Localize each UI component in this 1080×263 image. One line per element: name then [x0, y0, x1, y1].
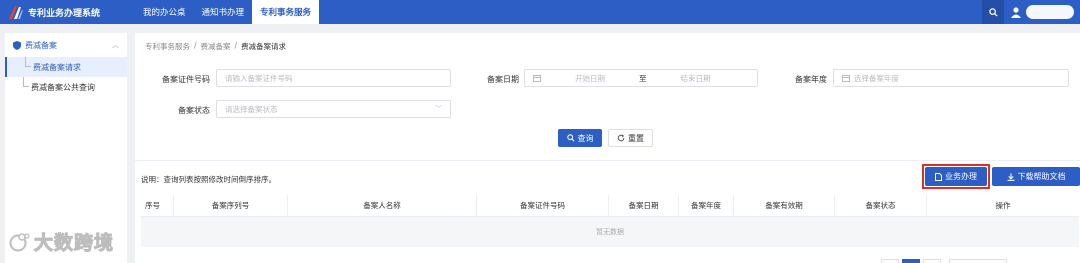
- search-icon: [566, 134, 575, 142]
- date-separator: 至: [639, 73, 647, 83]
- nav-item-patent-service[interactable]: 专利事务服务: [252, 0, 320, 24]
- user-menu[interactable]: [1004, 5, 1080, 19]
- breadcrumb: 专利事务服务 / 费减备案 / 费减备案请求: [145, 41, 286, 52]
- column-header[interactable]: 备案人名称: [288, 195, 477, 216]
- table-header: 序号 备案序列号 备案人名称 备案证件号码 备案日期 备案年度 备案有效期 备案…: [141, 195, 1079, 217]
- calendar-icon: [533, 75, 541, 82]
- breadcrumb-current: 费减备案请求: [241, 42, 287, 51]
- tree-line: [23, 77, 29, 87]
- handle-business-label: 业务办理: [945, 172, 977, 181]
- watermark-logo-icon: [9, 232, 30, 251]
- chevron-up-icon: ︿: [112, 41, 119, 49]
- pager-next-button[interactable]: [923, 259, 941, 263]
- download-help-button[interactable]: 下载帮助文档: [992, 167, 1080, 186]
- user-icon: [1011, 7, 1021, 18]
- main-panel: 专利事务服务 / 费减备案 / 费减备案请求 备案证件号码 请输入备案证件号码 …: [135, 33, 1080, 263]
- column-header[interactable]: 备案日期: [609, 195, 679, 216]
- shield-icon: [13, 40, 21, 50]
- user-name-masked: [1026, 5, 1074, 19]
- calendar-icon: [842, 75, 850, 82]
- date-label: 备案日期: [487, 75, 519, 84]
- refresh-icon: [617, 134, 625, 142]
- list-note: 说明：查询列表按照修改时间倒序排序。: [141, 175, 276, 184]
- date-range-picker[interactable]: 开始日期 至 结束日期: [524, 69, 758, 87]
- cert-no-input[interactable]: 请输入备案证件号码: [216, 69, 451, 87]
- sidebar-item-label: 费减备案公共查询: [31, 82, 95, 92]
- sidebar-item-public-query[interactable]: 费减备案公共查询: [5, 77, 127, 97]
- breadcrumb-sep: /: [194, 41, 197, 50]
- column-header[interactable]: 备案序列号: [174, 195, 288, 216]
- download-help-label: 下载帮助文档: [1017, 172, 1066, 181]
- cert-no-placeholder: 请输入备案证件号码: [225, 73, 293, 83]
- column-header[interactable]: 备案证件号码: [477, 195, 609, 216]
- handle-business-button[interactable]: 业务办理: [925, 167, 987, 186]
- year-picker[interactable]: 选择备案年度: [833, 69, 1069, 87]
- top-nav: 我的办公桌 通知书办理 专利事务服务: [135, 0, 320, 24]
- chevron-down-icon: ﹀: [435, 105, 442, 113]
- date-end-placeholder[interactable]: 结束日期: [661, 73, 731, 84]
- year-placeholder: 选择备案年度: [854, 73, 899, 83]
- document-icon: [935, 172, 942, 181]
- column-header[interactable]: 备案有效期: [734, 195, 835, 216]
- column-header[interactable]: 备案状态: [835, 195, 927, 216]
- status-label: 备案状态: [178, 106, 210, 115]
- pager-size-select[interactable]: [949, 259, 1007, 263]
- top-right-tools: [982, 0, 1080, 24]
- nav-item-notice[interactable]: 通知书办理: [194, 0, 253, 24]
- watermark-text: 大数跨境: [33, 232, 115, 255]
- tree-line: [25, 57, 31, 67]
- app-logo[interactable]: 专利业务办理系统: [0, 0, 130, 24]
- column-header[interactable]: 操作: [927, 195, 1079, 216]
- query-button[interactable]: 查询: [558, 129, 602, 147]
- cert-no-label: 备案证件号码: [162, 75, 210, 84]
- reset-button-label: 重置: [628, 133, 644, 143]
- search-button[interactable]: [982, 0, 1004, 24]
- year-label: 备案年度: [795, 75, 827, 84]
- breadcrumb-item[interactable]: 专利事务服务: [145, 41, 190, 52]
- status-placeholder: 请选择备案状态: [225, 104, 278, 114]
- breadcrumb-sep: /: [234, 41, 238, 50]
- app-title: 专利业务办理系统: [28, 8, 101, 19]
- reset-button[interactable]: 重置: [608, 129, 653, 147]
- sidebar-group-fee-reduction[interactable]: 费减备案 ︿: [5, 33, 127, 57]
- watermark: 大数跨境: [8, 228, 114, 255]
- column-header[interactable]: 序号: [141, 195, 174, 216]
- table-empty-state: 暂无数据: [141, 217, 1079, 247]
- sidebar-item-label: 费减备案请求: [33, 62, 81, 72]
- nav-item-my-desk[interactable]: 我的办公桌: [135, 0, 194, 24]
- status-select[interactable]: 请选择备案状态 ﹀: [216, 100, 451, 118]
- top-bar: 专利业务办理系统 我的办公桌 通知书办理 专利事务服务: [0, 0, 1080, 24]
- query-button-label: 查询: [577, 133, 594, 143]
- logo-icon: [8, 4, 24, 20]
- pager-prev-button[interactable]: [881, 259, 899, 263]
- date-start-placeholder[interactable]: 开始日期: [555, 73, 625, 84]
- records-table: 序号 备案序列号 备案人名称 备案证件号码 备案日期 备案年度 备案有效期 备案…: [141, 195, 1079, 247]
- column-header[interactable]: 备案年度: [679, 195, 734, 216]
- download-icon: [1007, 173, 1014, 181]
- pager-page-button[interactable]: [902, 259, 920, 263]
- sidebar-group-label: 费减备案: [25, 40, 57, 50]
- search-icon: [988, 7, 998, 17]
- breadcrumb-item[interactable]: 费减备案: [201, 41, 231, 52]
- section-divider: [135, 160, 1080, 161]
- sidebar-item-fee-reduction-request[interactable]: 费减备案请求: [5, 57, 127, 77]
